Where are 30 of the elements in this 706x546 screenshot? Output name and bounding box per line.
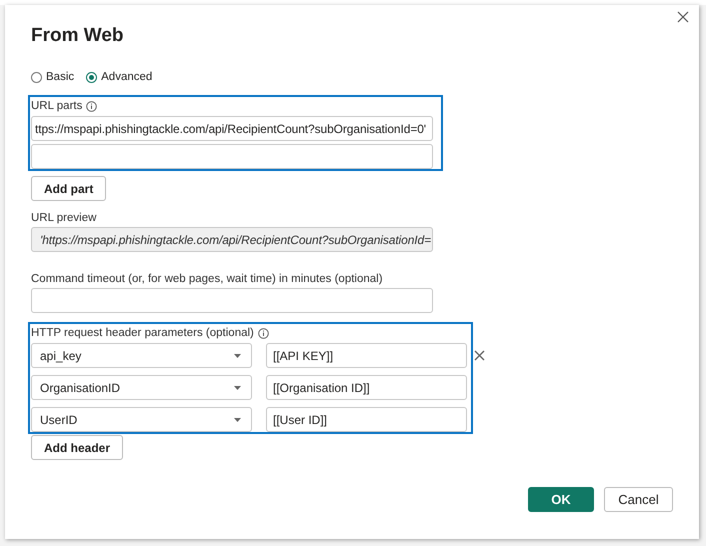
input-field[interactable]: [[API KEY]] [266, 343, 467, 368]
input-field[interactable] [31, 144, 433, 169]
remove-icon[interactable] [474, 350, 485, 361]
input-field[interactable] [31, 288, 433, 313]
mode-radio[interactable]: Basic [31, 71, 74, 83]
radio-circle-icon[interactable] [86, 72, 98, 82]
input-field[interactable]: ttps://mspapi.phishingtackle.com/api/RecipientCount?subOrganisationId=0' [31, 116, 433, 141]
header-dropdown[interactable]: OrganisationID [31, 375, 252, 400]
header-dropdown[interactable]: UserID [31, 407, 252, 432]
add-header-button[interactable]: Add header [31, 435, 124, 460]
input-field[interactable]: [[Organisation ID]] [266, 375, 467, 400]
ok-button[interactable]: OK [528, 487, 594, 512]
mode-radio[interactable]: Advanced [86, 71, 152, 83]
info-icon[interactable] [258, 328, 269, 338]
caret-icon [234, 386, 241, 390]
field-label: Command timeout (or, for web pages, wait time) in minutes (optional) [31, 273, 383, 285]
close-icon[interactable] [675, 9, 691, 25]
field-label: HTTP request header parameters (optional) [31, 327, 254, 339]
radio-circle-icon[interactable] [31, 72, 42, 82]
cancel-button[interactable]: Cancel [604, 487, 673, 512]
caret-icon [234, 418, 241, 422]
header-dropdown[interactable]: api_key [31, 343, 252, 368]
field-label: URL parts [31, 100, 82, 112]
info-icon[interactable] [86, 100, 98, 112]
field-label: URL preview [31, 212, 96, 224]
preview-field: 'https://mspapi.phishingtackle.com/api/RecipientCount?subOrganisationId= [31, 227, 433, 252]
add-part-button[interactable]: Add part [31, 176, 106, 201]
input-field[interactable]: [[User ID]] [266, 407, 467, 432]
caret-icon [234, 354, 241, 358]
dialog-title: From Web [31, 25, 125, 48]
